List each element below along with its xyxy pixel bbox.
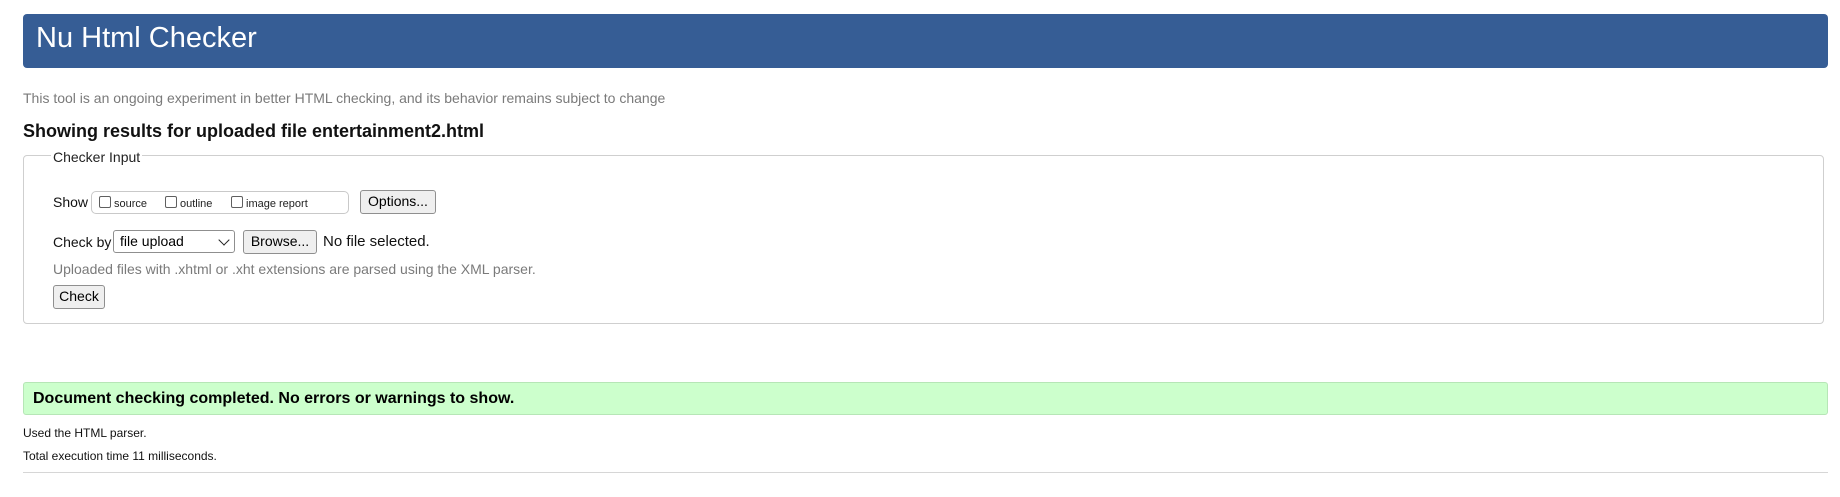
success-message-box: Document checking completed. No errors o…: [23, 382, 1828, 415]
page: Nu Html Checker This tool is an ongoing …: [0, 0, 1840, 497]
options-button[interactable]: Options...: [360, 190, 436, 214]
image-report-checkbox[interactable]: [231, 196, 243, 208]
upload-hint: Uploaded files with .xhtml or .xht exten…: [53, 261, 536, 277]
source-checkbox[interactable]: [99, 196, 111, 208]
source-checkbox-label[interactable]: source: [114, 198, 147, 210]
success-message: Document checking completed. No errors o…: [33, 390, 515, 407]
check-by-select-value: file upload: [120, 233, 184, 249]
header-bar: Nu Html Checker: [23, 14, 1828, 68]
check-by-label: Check by: [53, 234, 112, 250]
tagline: This tool is an ongoing experiment in be…: [23, 90, 666, 106]
outline-checkbox[interactable]: [165, 196, 177, 208]
outline-checkbox-label[interactable]: outline: [180, 198, 212, 210]
image-report-checkbox-label[interactable]: image report: [246, 198, 308, 210]
check-by-select[interactable]: file upload: [113, 230, 235, 253]
browse-button[interactable]: Browse...: [243, 230, 317, 254]
divider: [23, 472, 1828, 473]
check-button[interactable]: Check: [53, 285, 105, 309]
checker-input-fieldset: Checker Input Show source outline image …: [23, 149, 1824, 324]
checker-input-legend: Checker Input: [51, 149, 143, 165]
show-label: Show: [53, 194, 89, 210]
execution-time: Total execution time 11 milliseconds.: [23, 449, 217, 463]
app-title: Nu Html Checker: [36, 22, 257, 54]
no-file-selected-text: No file selected.: [323, 233, 430, 250]
chevron-down-icon: [218, 234, 230, 246]
show-options-group: source outline image report: [91, 191, 349, 214]
parser-info: Used the HTML parser.: [23, 426, 147, 440]
results-heading: Showing results for uploaded file entert…: [23, 121, 485, 141]
